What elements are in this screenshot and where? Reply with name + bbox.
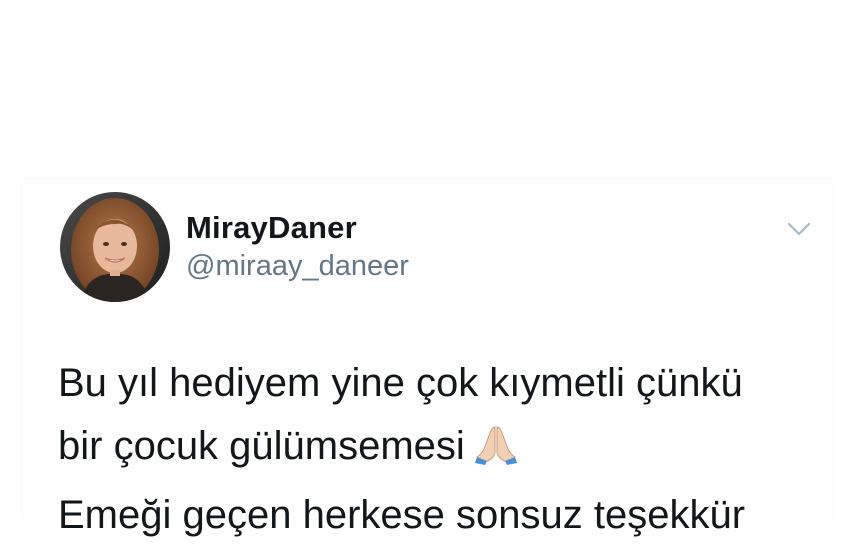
tweet-text: Bu yıl hediyem yine çok kıymetli çünkü b… (58, 352, 838, 547)
tweet-text-line: Bu yıl hediyem yine çok kıymetli çünkü (58, 361, 743, 405)
avatar[interactable] (60, 192, 170, 302)
tweet-card: MirayDaner @miraay_daneer Bu yıl hediyem… (22, 180, 832, 537)
display-name[interactable]: MirayDaner (186, 210, 357, 246)
avatar-photo (60, 192, 170, 302)
tweet-text-line: bir çocuk gülümsemesi (58, 415, 838, 484)
chevron-down-icon[interactable] (786, 218, 812, 240)
tweet-text-line: Emeği geçen herkese sonsuz teşekkür (58, 493, 746, 537)
tweet-text-segment: bir çocuk gülümsemesi (58, 424, 465, 468)
user-handle[interactable]: @miraay_daneer (186, 250, 409, 283)
folded-hands-icon (473, 421, 519, 484)
